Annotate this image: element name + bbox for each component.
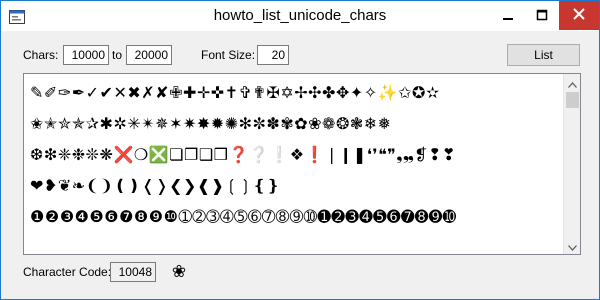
title-bar[interactable]: howto_list_unicode_chars <box>1 1 599 31</box>
char-row[interactable]: ✬✭✮✯✰✱✲✳✴✵✶✷✸✹✺✻✼✽✾✿❀❁❂❃❄❅ <box>30 108 560 139</box>
scroll-up-button[interactable] <box>564 74 580 92</box>
character-code-label: Character Code: <box>23 265 112 279</box>
characters-panel[interactable]: ✎✐✑✒✓✔✕✖✗✘✙✚✛✜✝✞✟✠✡✢✣✤✥✦✧✨✩✪✫ ✬✭✮✯✰✱✲✳✴✵… <box>23 73 581 255</box>
character-preview: ❀ <box>171 262 187 282</box>
scroll-thumb[interactable] <box>566 92 579 108</box>
character-code-field: 10048 <box>110 262 156 282</box>
chevron-up-icon <box>568 74 577 92</box>
scroll-down-button[interactable] <box>564 236 580 254</box>
char-row[interactable]: ❤❥❦❧❨❩❪❫❬❭❮❯❰❱❲❳❴❵ <box>30 170 560 201</box>
chars-label: Chars: <box>23 48 59 62</box>
chevron-down-icon <box>568 236 577 254</box>
to-label: to <box>112 48 123 62</box>
font-size-label: Font Size: <box>201 48 256 62</box>
from-code-input[interactable]: 10000 <box>63 45 109 65</box>
vertical-scrollbar[interactable] <box>563 74 580 254</box>
minimize-icon <box>502 6 514 25</box>
to-code-input[interactable]: 20000 <box>126 45 172 65</box>
characters-list: ✎✐✑✒✓✔✕✖✗✘✙✚✛✜✝✞✟✠✡✢✣✤✥✦✧✨✩✪✫ ✬✭✮✯✰✱✲✳✴✵… <box>30 77 560 253</box>
maximize-icon <box>536 6 548 25</box>
char-row[interactable]: ❶❷❸❹❺❻❼❽❾❿➀➁➂➃➄➅➆➇➈➉➊➋➌➍➎➏➐➑➒➓ <box>30 201 560 232</box>
list-button[interactable]: List <box>507 44 580 66</box>
close-button[interactable] <box>559 1 599 30</box>
maximize-button[interactable] <box>525 1 559 30</box>
main-window: howto_list_unicode_chars Chars: 10000 to… <box>0 0 600 300</box>
close-icon <box>572 6 586 25</box>
minimize-button[interactable] <box>491 1 525 30</box>
font-size-input[interactable]: 20 <box>257 45 289 65</box>
char-row[interactable]: ✎✐✑✒✓✔✕✖✗✘✙✚✛✜✝✞✟✠✡✢✣✤✥✦✧✨✩✪✫ <box>30 77 560 108</box>
char-row[interactable]: ❆❇❈❉❊❋❌❍❎❏❐❑❒❓❔❕❖❗❘❙❚❛❜❝❞❟❠❡❢❣ <box>30 139 560 170</box>
